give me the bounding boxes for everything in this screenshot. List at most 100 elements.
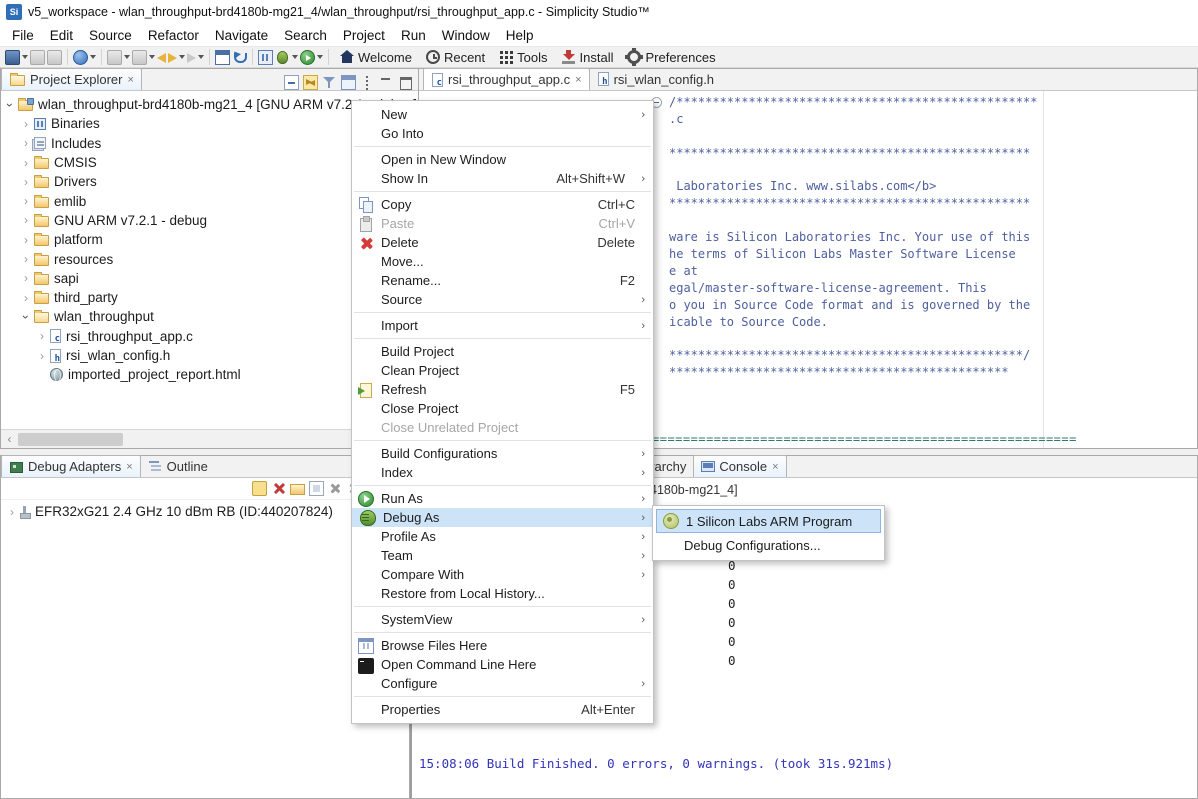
reset-button[interactable] xyxy=(232,48,247,66)
menu-navigate[interactable]: Navigate xyxy=(207,25,276,46)
link-with-editor-icon[interactable] xyxy=(303,75,318,90)
menu-window[interactable]: Window xyxy=(434,25,498,46)
tab-debug-adapters[interactable]: Debug Adapters × xyxy=(1,455,141,477)
close-icon[interactable]: × xyxy=(772,461,778,473)
chevron-right-icon[interactable]: › xyxy=(19,213,33,227)
chevron-right-icon[interactable]: › xyxy=(19,194,33,208)
next-annotation-button[interactable] xyxy=(187,48,204,66)
tab-rsi-throughput-app[interactable]: rsi_throughput_app.c × xyxy=(423,68,590,90)
tab-outline[interactable]: Outline xyxy=(141,455,215,477)
menu-item-source[interactable]: Source› xyxy=(352,290,653,309)
menu-search[interactable]: Search xyxy=(276,25,335,46)
menu-item-profile-as[interactable]: Profile As› xyxy=(352,527,653,546)
tab-console[interactable]: Console × xyxy=(693,455,786,477)
new-group-icon[interactable] xyxy=(290,484,305,495)
menu-item-systemview[interactable]: SystemView› xyxy=(352,610,653,629)
chevron-right-icon[interactable]: › xyxy=(19,291,33,305)
preferences-button[interactable]: Preferences xyxy=(627,50,715,65)
tab-project-explorer[interactable]: Project Explorer × xyxy=(1,68,142,90)
chevron-right-icon[interactable]: › xyxy=(35,329,49,343)
save-button[interactable] xyxy=(30,48,45,66)
menu-item-clean-project[interactable]: Clean Project xyxy=(352,361,653,380)
remove-icon[interactable] xyxy=(328,481,343,496)
menu-item-build-configurations[interactable]: Build Configurations› xyxy=(352,444,653,463)
chevron-right-icon[interactable]: › xyxy=(5,505,19,519)
submenu-item-silicon-labs-arm-program[interactable]: 1 Silicon Labs ARM Program xyxy=(656,509,881,533)
menu-item-index[interactable]: Index› xyxy=(352,463,653,482)
menu-item-refresh[interactable]: RefreshF5 xyxy=(352,380,653,399)
menu-item-paste[interactable]: PasteCtrl+V xyxy=(352,214,653,233)
rename-icon[interactable] xyxy=(309,481,324,496)
maximize-icon[interactable] xyxy=(398,75,413,90)
new-wizard-button[interactable] xyxy=(5,48,28,66)
menu-item-delete[interactable]: DeleteDelete xyxy=(352,233,653,252)
menu-edit[interactable]: Edit xyxy=(42,25,81,46)
chevron-right-icon[interactable]: › xyxy=(19,252,33,266)
menu-item-rename[interactable]: Rename...F2 xyxy=(352,271,653,290)
menu-source[interactable]: Source xyxy=(81,25,140,46)
chevron-down-icon[interactable]: › xyxy=(19,310,33,324)
view-menu-icon[interactable] xyxy=(360,75,375,90)
connect-icon[interactable] xyxy=(252,481,267,496)
welcome-button[interactable]: Welcome xyxy=(340,50,412,65)
step-button[interactable] xyxy=(107,48,130,66)
menu-item-close-unrelated-project[interactable]: Close Unrelated Project xyxy=(352,418,653,437)
menu-refactor[interactable]: Refactor xyxy=(140,25,207,46)
scrollbar-thumb[interactable] xyxy=(18,433,123,446)
install-button[interactable]: Install xyxy=(562,50,614,65)
filter-icon[interactable] xyxy=(322,75,337,90)
step-over-button[interactable] xyxy=(132,48,155,66)
debug-toolbar-button[interactable] xyxy=(275,48,298,66)
close-icon[interactable]: × xyxy=(126,461,132,473)
recent-button[interactable]: Recent xyxy=(426,50,485,65)
chevron-right-icon[interactable]: › xyxy=(19,136,33,150)
collapse-all-icon[interactable] xyxy=(284,75,299,90)
menu-item-compare-with[interactable]: Compare With› xyxy=(352,565,653,584)
menu-item-configure[interactable]: Configure› xyxy=(352,674,653,693)
menu-item-properties[interactable]: PropertiesAlt+Enter xyxy=(352,700,653,719)
menu-item-browse-files-here[interactable]: Browse Files Here xyxy=(352,636,653,655)
menu-item-go-into[interactable]: Go Into xyxy=(352,124,653,143)
chevron-right-icon[interactable]: › xyxy=(19,271,33,285)
chevron-down-icon[interactable]: › xyxy=(3,98,17,112)
open-perspective-button[interactable] xyxy=(215,48,230,66)
menu-item-debug-as[interactable]: Debug As› xyxy=(352,508,653,527)
chevron-right-icon[interactable]: › xyxy=(19,117,33,131)
tab-rsi-wlan-config[interactable]: rsi_wlan_config.h xyxy=(590,68,721,90)
menu-item-run-as[interactable]: Run As› xyxy=(352,489,653,508)
build-button[interactable] xyxy=(73,48,96,66)
chevron-right-icon[interactable]: › xyxy=(19,175,33,189)
menu-item-open-in-new-window[interactable]: Open in New Window xyxy=(352,150,653,169)
menu-item-build-project[interactable]: Build Project xyxy=(352,342,653,361)
back-button[interactable] xyxy=(157,48,166,66)
run-toolbar-button[interactable] xyxy=(300,48,323,66)
menu-item-import[interactable]: Import› xyxy=(352,316,653,335)
menu-help[interactable]: Help xyxy=(498,25,542,46)
submenu-item-debug-configurations[interactable]: Debug Configurations... xyxy=(656,533,881,557)
menu-item-show-in[interactable]: Show InAlt+Shift+W› xyxy=(352,169,653,188)
scroll-left-icon[interactable]: ‹ xyxy=(1,432,18,446)
chevron-right-icon[interactable]: › xyxy=(35,349,49,363)
device-button[interactable] xyxy=(258,48,273,66)
close-icon[interactable]: × xyxy=(575,74,581,86)
menu-item-open-command-line-here[interactable]: Open Command Line Here xyxy=(352,655,653,674)
menu-item-restore-from-local-history[interactable]: Restore from Local History... xyxy=(352,584,653,603)
chevron-right-icon[interactable]: › xyxy=(19,156,33,170)
menu-project[interactable]: Project xyxy=(335,25,393,46)
close-icon[interactable]: × xyxy=(127,74,133,86)
menu-run[interactable]: Run xyxy=(393,25,434,46)
minimize-icon[interactable] xyxy=(379,75,394,90)
tools-button[interactable]: Tools xyxy=(499,50,547,65)
forward-button[interactable] xyxy=(168,48,185,66)
chevron-right-icon[interactable]: › xyxy=(19,233,33,247)
focus-view-icon[interactable] xyxy=(341,75,356,90)
menu-file[interactable]: File xyxy=(4,25,42,46)
menu-item-team[interactable]: Team› xyxy=(352,546,653,565)
save-all-button[interactable] xyxy=(47,48,62,66)
menu-item-copy[interactable]: CopyCtrl+C xyxy=(352,195,653,214)
disconnect-icon[interactable] xyxy=(271,481,286,496)
menu-item-move[interactable]: Move... xyxy=(352,252,653,271)
menu-item-new[interactable]: New› xyxy=(352,105,653,124)
menu-item-close-project[interactable]: Close Project xyxy=(352,399,653,418)
debug-adapter-row[interactable]: › EFR32xG21 2.4 GHz 10 dBm RB (ID:440207… xyxy=(1,504,333,519)
